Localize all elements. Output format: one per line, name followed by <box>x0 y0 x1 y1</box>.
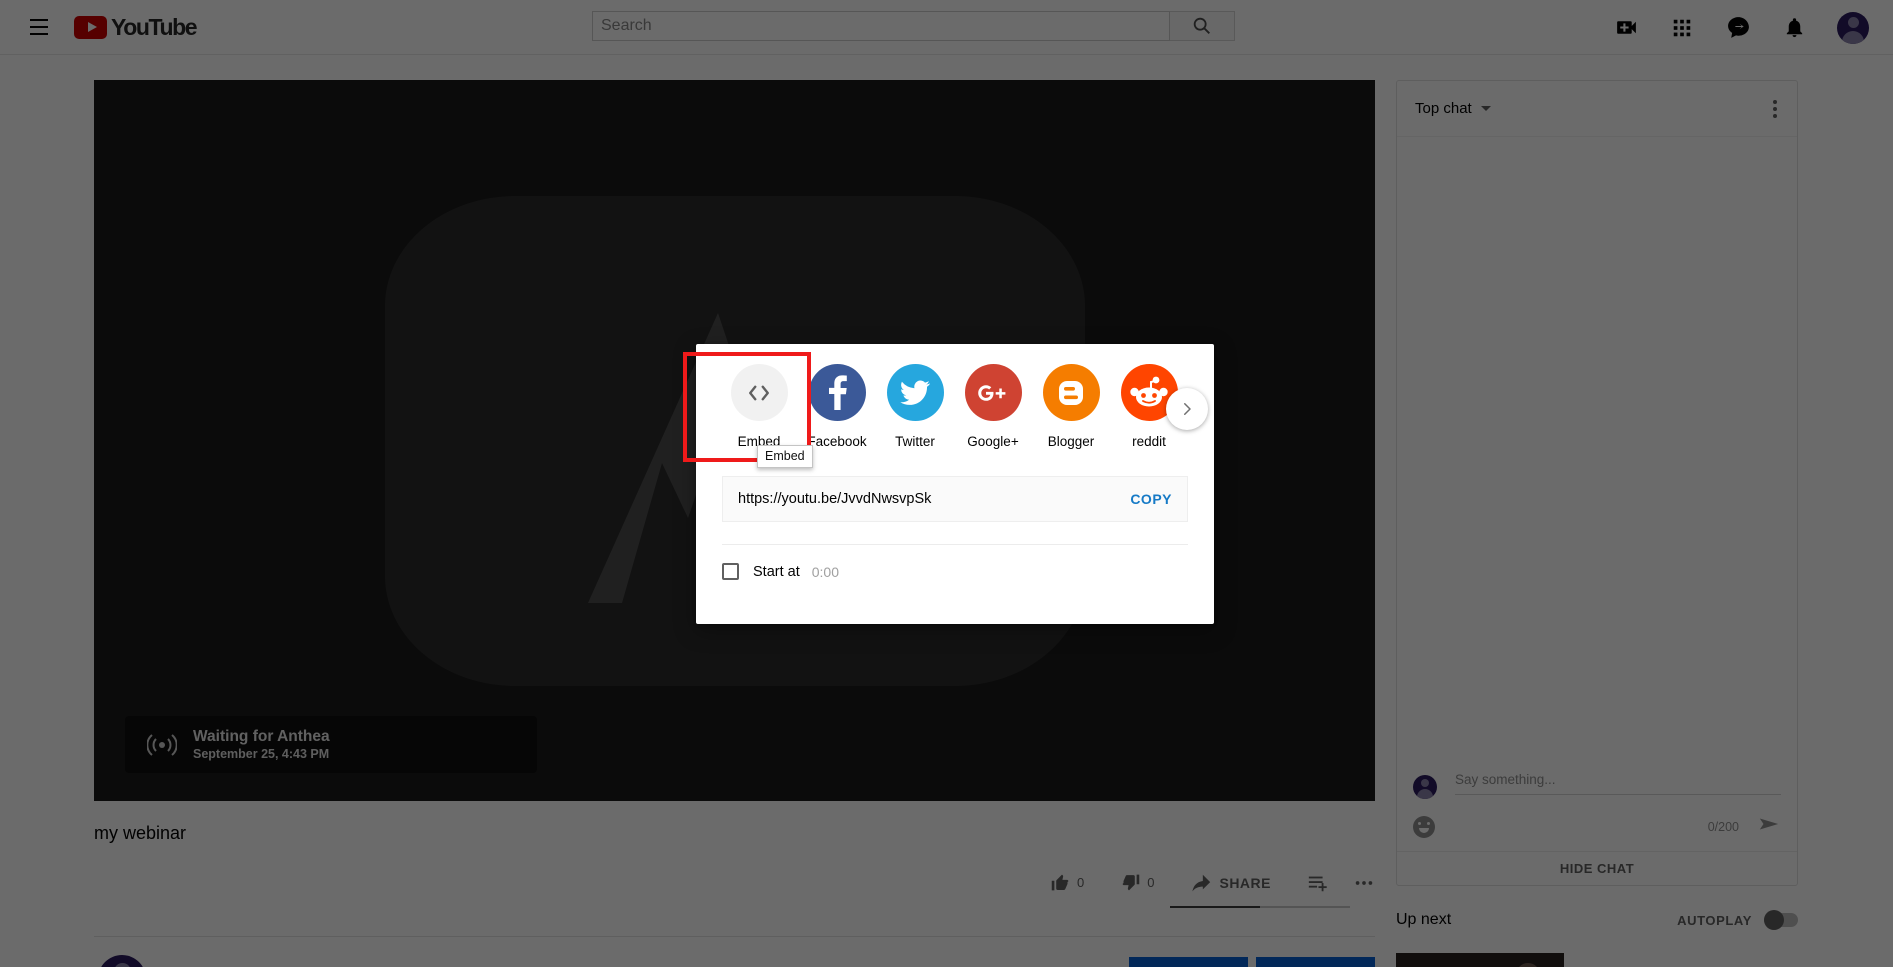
share-target-label: Blogger <box>1048 434 1095 449</box>
blogger-circle <box>1043 364 1100 421</box>
share-target-label: reddit <box>1132 434 1166 449</box>
share-target-label: Twitter <box>895 434 935 449</box>
share-url-field[interactable]: https://youtu.be/JvvdNwsvpSk <box>738 491 931 507</box>
share-target-blogger[interactable]: Blogger <box>1032 364 1110 449</box>
start-at-row: Start at 0:00 <box>722 563 1214 580</box>
share-link-row: https://youtu.be/JvvdNwsvpSk COPY <box>722 476 1188 522</box>
code-icon <box>744 378 774 408</box>
reddit-icon <box>1129 375 1169 411</box>
copy-link-button[interactable]: COPY <box>1130 491 1172 507</box>
google-plus-circle <box>965 364 1022 421</box>
youtube-watch-page: YouTube Search <box>0 0 1893 967</box>
share-targets-next-button[interactable] <box>1166 388 1208 430</box>
google-plus-icon <box>973 379 1013 407</box>
facebook-circle <box>809 364 866 421</box>
start-at-label: Start at <box>753 564 800 580</box>
share-dialog: Embed Facebook T <box>696 344 1214 624</box>
start-at-time-input[interactable]: 0:00 <box>812 564 839 580</box>
chevron-right-icon <box>1178 400 1196 418</box>
share-targets-strip: Embed Facebook T <box>696 364 1214 449</box>
facebook-icon <box>809 364 866 421</box>
share-target-googleplus[interactable]: Google+ <box>954 364 1032 449</box>
share-target-embed[interactable]: Embed <box>720 364 798 449</box>
start-at-checkbox[interactable] <box>722 563 739 580</box>
share-target-label: Facebook <box>807 434 866 449</box>
embed-circle <box>731 364 788 421</box>
embed-tooltip: Embed <box>757 445 813 468</box>
twitter-circle <box>887 364 944 421</box>
twitter-icon <box>899 377 931 409</box>
modal-divider <box>722 544 1188 545</box>
share-target-label: Google+ <box>967 434 1018 449</box>
blogger-icon <box>1054 376 1088 410</box>
share-target-twitter[interactable]: Twitter <box>876 364 954 449</box>
share-target-facebook[interactable]: Facebook <box>798 364 876 449</box>
